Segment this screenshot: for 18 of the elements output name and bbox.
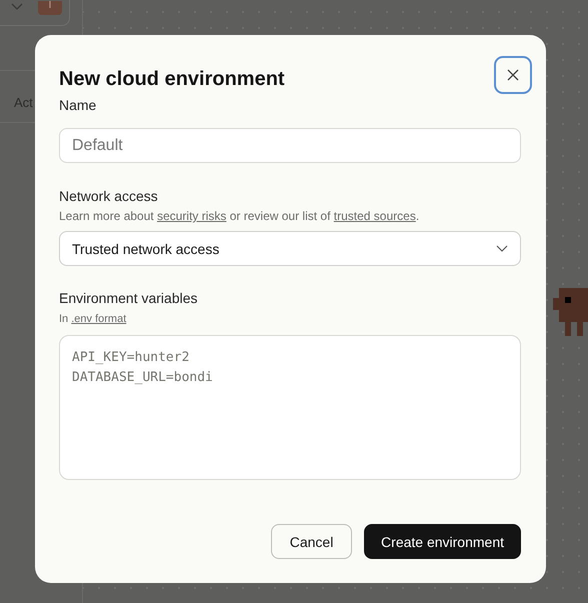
chevron-down-icon[interactable]: [11, 3, 23, 11]
network-access-dropdown[interactable]: Trusted network access: [59, 231, 521, 266]
close-button[interactable]: [494, 56, 532, 94]
help-text: Learn more about security risks or review our list of trusted sources.: [59, 209, 420, 223]
chevron-down-icon: [496, 245, 508, 252]
create-button[interactable]: Create environment: [364, 524, 521, 559]
cancel-button[interactable]: Cancel: [271, 524, 352, 559]
dialog-title: New cloud environment: [59, 68, 285, 90]
name-field[interactable]: Default: [59, 128, 521, 163]
environment-variables-field[interactable]: API_KEY=hunter2 DATABASE_URL=bondi: [59, 335, 521, 480]
help-link[interactable]: trusted sources: [334, 209, 416, 223]
field-label: Environment variables: [59, 290, 199, 306]
help-text: In .env format: [59, 313, 128, 325]
close-icon: [507, 69, 519, 81]
help-link[interactable]: security risks: [157, 209, 226, 223]
field-label: Name: [59, 97, 98, 113]
field-label: Network access: [59, 188, 159, 204]
help-link[interactable]: .env format: [71, 313, 126, 325]
